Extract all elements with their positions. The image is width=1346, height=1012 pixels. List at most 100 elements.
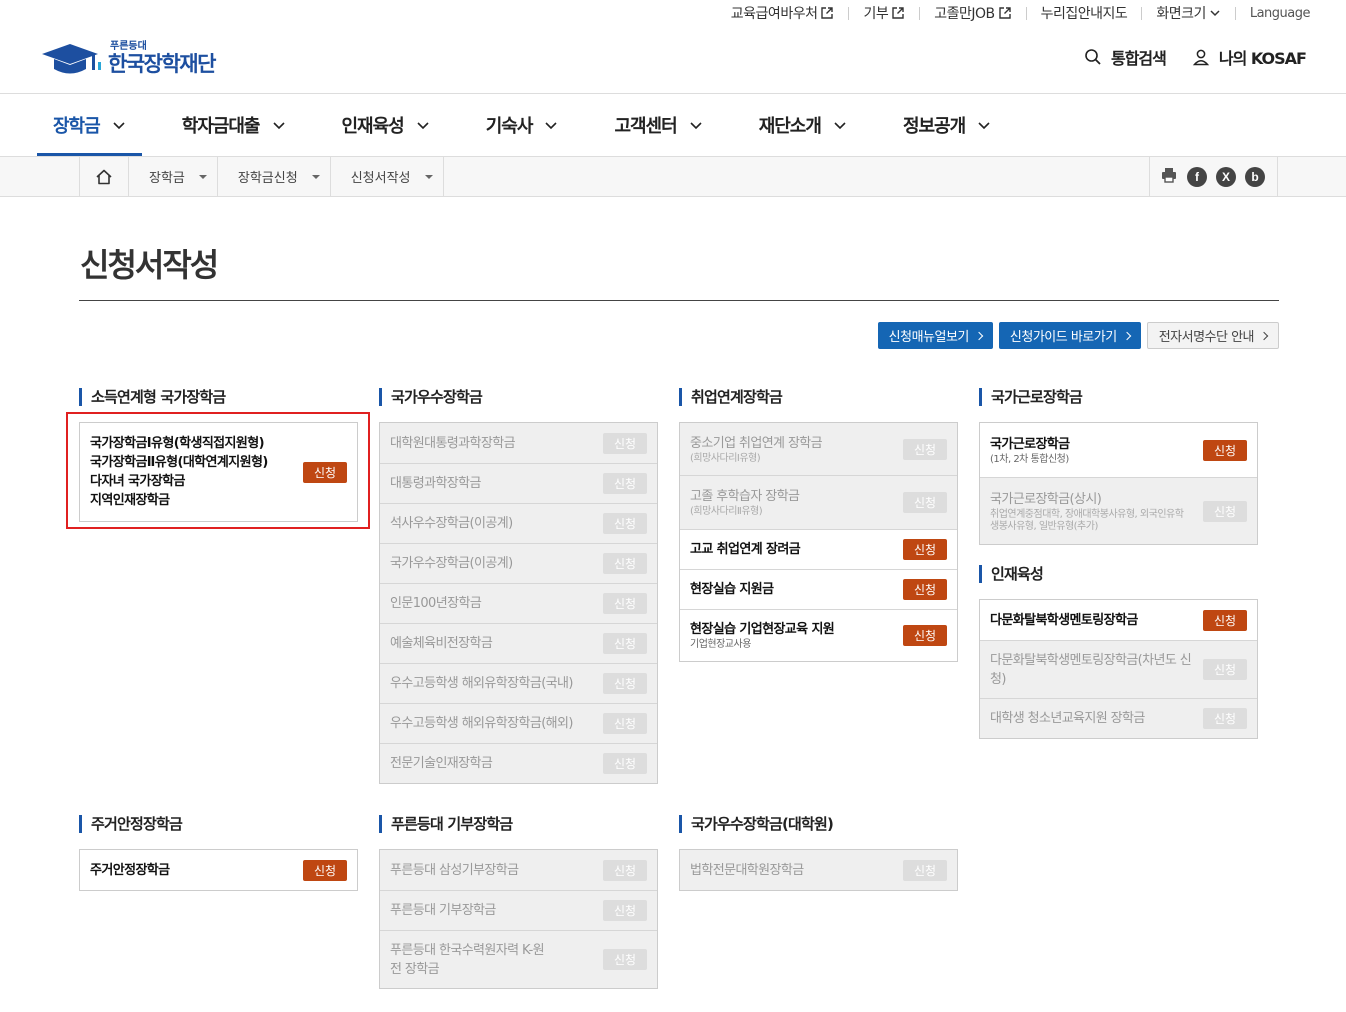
scholarship-name: 다문화탈북학생멘토링장학금 <box>990 612 1138 628</box>
scholarship-item[interactable]: 국가장학금Ⅰ유형(학생직접지원형) 국가장학금Ⅱ유형(대학연계지원형) 다자녀 … <box>80 423 357 521</box>
scholarship-name: 우수고등학생 해외유학장학금(국내) <box>390 676 573 691</box>
scholarship-item: 전문기술인재장학금 신청 <box>380 743 657 783</box>
section-national-excellence: 국가우수장학금 대학원대통령과학장학금 신청 대통령과학장학금 신청 석사우수장학금… <box>379 388 658 784</box>
util-link-job[interactable]: 고졸만JOB <box>920 4 1025 22</box>
nav-label: 기숙사 <box>485 116 534 137</box>
site-logo[interactable]: 푸른등대 한국장학재단 <box>40 38 216 78</box>
scholarship-item[interactable]: 현장실습 기업현장교육 지원 기업현장교사용 신청 <box>680 609 957 661</box>
font-size-label: 화면크기 <box>1156 6 1206 22</box>
home-icon <box>96 169 112 184</box>
scholarship-name: 우수고등학생 해외유학장학금(해외) <box>390 716 573 731</box>
my-kosaf-button[interactable]: 나의 KOSAF <box>1192 45 1307 69</box>
apply-button-disabled: 신청 <box>603 859 647 881</box>
caret-down-icon <box>424 174 433 179</box>
scholarship-item[interactable]: 주거안정장학금 신청 <box>80 850 357 890</box>
chevron-right-icon <box>1259 331 1269 340</box>
scholarship-name: 푸른등대 삼성기부장학금 <box>390 862 519 878</box>
apply-button-disabled: 신청 <box>603 473 647 494</box>
scholarship-item[interactable]: 고교 취업연계 장려금 신청 <box>680 529 957 569</box>
scholarship-line: 국가장학금Ⅰ유형(학생직접지원형) <box>90 436 265 451</box>
font-size-dropdown[interactable]: 화면크기 <box>1142 4 1235 22</box>
scholarship-line: 지역인재장학금 <box>90 493 170 508</box>
util-link-donation[interactable]: 기부 <box>849 4 919 22</box>
apply-button[interactable]: 신청 <box>1203 609 1247 631</box>
scholarship-item: 예술체육비전장학금 신청 <box>380 623 657 663</box>
util-link-voucher[interactable]: 교육급여바우처 <box>717 4 849 22</box>
chevron-down-icon <box>978 122 990 130</box>
section-income-linked: 소득연계형 국가장학금 국가장학금Ⅰ유형(학생직접지원형) 국가장학금Ⅱ유형(대… <box>79 388 358 522</box>
section-donation: 푸른등대 기부장학금 푸른등대 삼성기부장학금 신청 푸른등대 기부장학금 신청 푸… <box>379 815 658 989</box>
scholarship-item: 국가근로장학금(상시) 취업연계중점대학, 장애대학봉사유형, 외국인유학생봉사유… <box>980 477 1257 544</box>
breadcrumb-item-apply[interactable]: 장학금신청 <box>218 157 331 196</box>
language-link[interactable]: Language <box>1236 4 1311 22</box>
scholarship-list: 국가근로장학금 (1차, 2차 통합신청) 신청 국가근로장학금(상시) 취업연계중… <box>979 422 1258 545</box>
e-signature-guide-button[interactable]: 전자서명수단 안내 <box>1146 322 1279 349</box>
graduation-cap-logo-icon <box>42 44 101 74</box>
nav-about[interactable]: 재단소개 <box>743 94 863 156</box>
scholarship-item: 대학생 청소년교육지원 장학금 신청 <box>980 698 1257 738</box>
apply-button-disabled: 신청 <box>603 900 647 921</box>
chevron-down-icon <box>834 122 846 130</box>
facebook-icon[interactable]: f <box>1187 166 1207 187</box>
scholarship-item: 석사우수장학금(이공계) 신청 <box>380 503 657 543</box>
apply-button[interactable]: 신청 <box>303 461 347 483</box>
apply-button[interactable]: 신청 <box>303 859 347 881</box>
nav-talent[interactable]: 인재육성 <box>326 94 446 156</box>
breadcrumb-label: 장학금신청 <box>237 171 298 186</box>
scholarship-name: 국가장학금Ⅰ유형(학생직접지원형) 국가장학금Ⅱ유형(대학연계지원형) 다자녀 … <box>90 434 268 510</box>
scholarship-item: 법학전문대학원장학금 신청 <box>680 850 957 890</box>
chevron-down-icon <box>272 122 285 130</box>
apply-button-disabled: 신청 <box>603 949 647 970</box>
scholarship-name: 푸른등대 기부장학금 <box>390 903 496 918</box>
scholarship-name: 대통령과학장학금 <box>390 476 481 491</box>
button-label: 전자서명수단 안내 <box>1158 330 1255 345</box>
nav-label: 정보공개 <box>902 116 966 137</box>
scholarship-subtitle: 취업연계중점대학, 장애대학봉사유형, 외국인유학생봉사유형, 일반유형(추가) <box>990 508 1184 532</box>
home-button[interactable] <box>79 157 129 196</box>
scholarship-title: 중소기업 취업연계 장학금 <box>690 435 823 451</box>
nav-customer-center[interactable]: 고객센터 <box>598 94 718 156</box>
blog-icon[interactable]: b <box>1245 166 1265 187</box>
chevron-right-icon <box>974 331 984 340</box>
nav-disclosure[interactable]: 정보공개 <box>887 94 1007 156</box>
nav-student-loan[interactable]: 학자금대출 <box>166 94 302 156</box>
x-twitter-icon[interactable]: X <box>1216 166 1236 187</box>
apply-button[interactable]: 신청 <box>903 579 947 600</box>
breadcrumb-item-scholarship[interactable]: 장학금 <box>129 157 218 196</box>
nav-dormitory[interactable]: 기숙사 <box>470 94 575 156</box>
breadcrumb-item-form[interactable]: 신청서작성 <box>331 157 444 196</box>
user-icon <box>1192 49 1210 66</box>
section-title: 인재육성 <box>979 565 1258 583</box>
scholarship-item[interactable]: 국가근로장학금 (1차, 2차 통합신청) 신청 <box>980 423 1257 477</box>
logo-name: 한국장학재단 <box>108 51 216 76</box>
scholarship-subtitle: (1차, 2차 통합신청) <box>990 453 1069 465</box>
scholarship-item[interactable]: 현장실습 지원금 신청 <box>680 569 957 609</box>
apply-button[interactable]: 신청 <box>903 625 947 646</box>
manual-button[interactable]: 신청매뉴얼보기 <box>877 322 993 349</box>
scholarship-item: 국가우수장학금(이공계) 신청 <box>380 543 657 583</box>
section-title: 소득연계형 국가장학금 <box>79 388 358 406</box>
breadcrumb-label: 신청서작성 <box>350 171 411 186</box>
integrated-search-button[interactable]: 통합검색 <box>1084 45 1167 69</box>
nav-label: 고객센터 <box>614 116 677 137</box>
print-button[interactable] <box>1160 166 1178 188</box>
scholarship-list: 푸른등대 삼성기부장학금 신청 푸른등대 기부장학금 신청 푸른등대 한국수력원자력… <box>379 849 658 989</box>
apply-button[interactable]: 신청 <box>903 539 947 560</box>
apply-button[interactable]: 신청 <box>1203 439 1247 461</box>
chevron-down-icon <box>417 122 429 130</box>
help-buttons: 신청매뉴얼보기 신청가이드 바로가기 전자서명수단 안내 <box>877 322 1279 349</box>
page-title: 신청서작성 <box>80 246 219 284</box>
util-link-sitemap[interactable]: 누리집안내지도 <box>1027 4 1142 22</box>
breadcrumb: 장학금 장학금신청 신청서작성 f X b <box>0 156 1346 197</box>
chevron-down-icon <box>690 122 702 130</box>
title-divider <box>79 300 1279 301</box>
scholarship-name: 법학전문대학원장학금 <box>690 862 804 878</box>
section-title: 국가우수장학금(대학원) <box>679 815 958 833</box>
nav-scholarship[interactable]: 장학금 <box>37 94 142 156</box>
my-kosaf-label: 나의 KOSAF <box>1218 49 1307 68</box>
guide-button[interactable]: 신청가이드 바로가기 <box>998 322 1141 349</box>
scholarship-name: 고교 취업연계 장려금 <box>690 542 801 557</box>
button-label: 신청매뉴얼보기 <box>888 330 970 345</box>
scholarship-line: 다자녀 국가장학금 <box>90 474 185 489</box>
scholarship-item[interactable]: 다문화탈북학생멘토링장학금 신청 <box>980 600 1257 640</box>
